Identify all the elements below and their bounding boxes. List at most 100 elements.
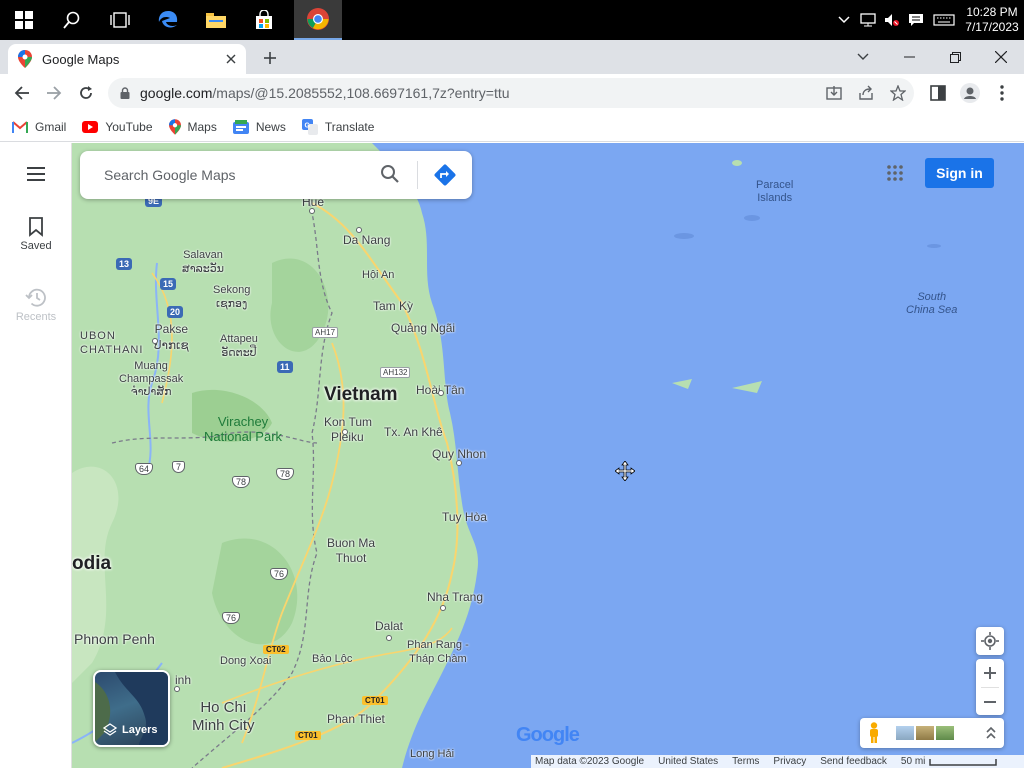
kebab-menu-icon[interactable] [988,79,1016,107]
back-icon[interactable] [8,79,36,107]
maps-side-rail: Saved Recents [0,143,72,768]
city-label-kon-tum[interactable]: Kon Tum [324,415,372,429]
city-label-phan-thiet[interactable]: Phan Thiet [327,712,385,726]
city-label-quy-nhon[interactable]: Quy Nhon [432,447,486,461]
new-tab-icon[interactable] [258,46,282,70]
city-label-phnom-penh[interactable]: Phnom Penh [74,631,155,647]
search-icon[interactable] [48,0,96,40]
keyboard-icon[interactable] [928,0,960,40]
task-view-icon[interactable] [96,0,144,40]
network-icon[interactable] [856,0,880,40]
ho-chi-minh-line1: Ho Chi [200,699,247,716]
privacy-link[interactable]: Privacy [773,756,806,767]
city-label-ho-chi-minh[interactable]: Ho Chi Minh City [192,699,255,735]
lock-icon[interactable] [120,87,130,99]
map-canvas[interactable]: Hue Da Nang Hội An Tam Kỳ Quảng Ngãi Hoà… [72,143,1024,768]
tab-search-icon[interactable] [840,40,886,74]
imagery-thumb-3[interactable] [936,726,954,740]
profile-avatar-icon[interactable] [956,79,984,107]
notification-icon[interactable] [904,0,928,40]
city-label-phan-rang[interactable]: Phan Rang - Tháp Chàm [407,638,469,666]
file-explorer-icon[interactable] [192,0,240,40]
close-tab-icon[interactable] [226,54,236,64]
city-label-dalat[interactable]: Dalat [375,619,403,633]
address-bar[interactable]: google.com/maps/@15.2085552,108.6697161,… [108,78,914,108]
tab-google-maps[interactable]: Google Maps [8,44,246,74]
city-label-sekong[interactable]: Sekong ເຊກອງ [213,283,250,311]
history-icon [25,288,46,307]
reload-icon[interactable] [72,79,100,107]
store-icon[interactable] [240,0,288,40]
sign-in-button[interactable]: Sign in [925,158,994,188]
restore-icon[interactable] [932,40,978,74]
bookmark-maps[interactable]: Maps [168,118,217,135]
chevron-double-up-icon[interactable] [986,726,996,745]
recents-button[interactable]: Recents [0,288,72,323]
search-input[interactable] [104,167,364,183]
bookmark-translate[interactable]: G Translate [301,118,374,135]
close-window-icon[interactable] [978,40,1024,74]
bookmark-news[interactable]: News [232,119,286,134]
city-label-salavan[interactable]: Salavan ສາລະວັນ [182,248,224,276]
sekong-line1: Sekong [213,284,251,296]
imagery-thumbnails[interactable] [896,726,954,740]
city-label-bao-loc[interactable]: Bảo Lộc [312,653,352,665]
city-label-nha-trang[interactable]: Nha Trang [427,590,483,604]
windows-start-icon[interactable] [0,0,48,40]
forward-icon[interactable] [40,79,68,107]
bookmark-gmail[interactable]: Gmail [12,120,66,134]
search-icon[interactable] [380,164,400,189]
side-panel-icon[interactable] [924,79,952,107]
install-app-icon[interactable] [822,81,846,105]
share-icon[interactable] [854,81,878,105]
city-label-hoi-an[interactable]: Hội An [362,269,394,281]
city-label-attapeu[interactable]: Attapeu ອັດຕະປື [220,332,258,360]
pakse-line2: ປາກເຊ [154,338,189,352]
zoom-out-icon[interactable] [976,688,1004,715]
city-label-dong-xoai[interactable]: Dong Xoai [220,655,271,667]
city-label-quang-ngai[interactable]: Quảng Ngãi [391,321,455,335]
send-feedback-link[interactable]: Send feedback [820,756,887,767]
scale-bar [929,758,998,766]
city-label-an-khe[interactable]: Tx. An Khê [384,425,443,439]
saved-button[interactable]: Saved [0,217,72,252]
bookmark-star-icon[interactable] [886,81,910,105]
city-label-pakse[interactable]: Pakse ປາກເຊ [154,321,189,353]
scale-label[interactable]: 50 mi [901,756,925,767]
edge-icon[interactable] [144,0,192,40]
imagery-thumb-2[interactable] [916,726,934,740]
city-label-inh[interactable]: inh [175,673,191,687]
pegman-icon[interactable] [860,718,888,748]
city-label-long-hai[interactable]: Long Hải [410,748,454,760]
chevron-up-icon[interactable] [832,0,856,40]
country-link[interactable]: United States [658,756,718,767]
park-label-virachey[interactable]: Virachey National Park [204,414,282,444]
chrome-icon[interactable] [294,0,342,40]
city-label-tam-ky[interactable]: Tam Kỳ [373,299,413,313]
label-south-china-sea[interactable]: South China Sea [906,291,957,317]
zoom-in-icon[interactable] [976,659,1004,687]
city-label-tuy-hoa[interactable]: Tuy Hòa [442,510,487,524]
city-label-buon-ma-thuot[interactable]: Buon Ma Thuot [327,536,375,566]
system-clock[interactable]: 10:28 PM 7/17/2023 [960,5,1024,35]
country-label-cambodia[interactable]: odia [72,553,111,575]
city-label-da-nang[interactable]: Da Nang [343,233,390,247]
tab-title: Google Maps [42,51,120,67]
bookmark-youtube[interactable]: YouTube [82,120,153,134]
minimize-icon[interactable] [886,40,932,74]
layers-label: Layers [122,724,158,736]
terms-link[interactable]: Terms [732,756,759,767]
my-location-button[interactable] [976,627,1004,655]
label-paracel-islands[interactable]: Paracel Islands [756,179,793,205]
country-label-vietnam[interactable]: Vietnam [324,384,398,406]
imagery-thumb-1[interactable] [896,726,914,740]
city-label-ubon-ratchathani[interactable]: UBON CHATHANI [80,329,143,357]
city-label-champassak[interactable]: Muang Champassak ຈຳປາສັກ [119,360,183,399]
menu-icon[interactable] [0,167,72,184]
sekong-line2: ເຊກອງ [216,298,248,310]
layers-button[interactable]: Layers [93,670,170,747]
volume-muted-icon[interactable] [880,0,904,40]
google-apps-icon[interactable] [882,160,908,186]
salavan-line1: Salavan [183,249,223,261]
directions-icon[interactable] [433,163,457,192]
